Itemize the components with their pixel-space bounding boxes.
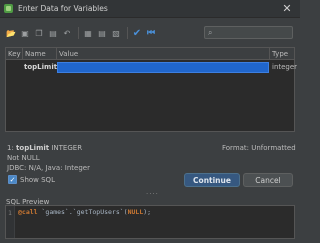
search-icon: ⌕ [208, 28, 213, 37]
view-icon[interactable]: ▧ [110, 27, 122, 39]
cancel-button[interactable]: Cancel [243, 173, 293, 187]
text-icon[interactable]: ▤ [96, 27, 108, 39]
continue-button[interactable]: Continue [184, 173, 240, 187]
jdbc-label: JDBC: N/A, Java: Integer [7, 164, 90, 172]
column-header-key[interactable]: Key [6, 48, 23, 60]
splitter-handle[interactable]: .... [146, 189, 158, 196]
first-row-icon[interactable]: ⏮ [145, 27, 157, 39]
check-icon[interactable]: ✔ [131, 27, 143, 39]
sql-keyword-call: call [21, 208, 38, 216]
line-number: 1 [8, 209, 12, 217]
save-icon[interactable]: ▣ [19, 27, 31, 39]
revert-icon[interactable]: ↶ [61, 27, 73, 39]
param-summary: 1: topLimit INTEGER [7, 144, 82, 152]
column-header-name[interactable]: Name [23, 48, 57, 60]
sql-code-line: @call `games`.`getTopUsers`(NULL); [18, 208, 151, 216]
column-header-type[interactable]: Type [270, 48, 294, 60]
param-summary-type: INTEGER [51, 144, 83, 152]
copy-icon[interactable]: ❐ [33, 27, 45, 39]
paste-icon[interactable]: ▤ [47, 27, 59, 39]
open-icon[interactable]: 📂 [5, 27, 17, 39]
toolbar-separator [127, 27, 128, 39]
table-row[interactable]: topLimit integer [6, 62, 298, 73]
sql-null: NULL [127, 208, 144, 216]
grid-icon[interactable]: ▦ [82, 27, 94, 39]
param-name-cell: topLimit [24, 63, 58, 71]
param-summary-name: topLimit [16, 144, 50, 152]
line-gutter: 1 [6, 206, 15, 238]
close-icon[interactable]: ✕ [279, 1, 295, 17]
show-sql-checkbox[interactable]: ✓ [8, 175, 17, 184]
column-header-value[interactable]: Value [57, 48, 270, 60]
param-type-cell: integer [272, 63, 298, 71]
title-bar: Enter Data for Variables ✕ [0, 0, 300, 18]
window-title: Enter Data for Variables [18, 4, 108, 13]
param-index: 1: [7, 144, 14, 152]
nullability-label: Not NULL [7, 154, 40, 162]
table-header: Key Name Value Type [6, 48, 294, 60]
variables-table: Key Name Value Type topLimit integer [5, 47, 298, 132]
sql-preview-editor[interactable]: 1 @call `games`.`getTopUsers`(NULL); [5, 205, 295, 239]
format-label: Format: Unformatted [222, 144, 296, 152]
show-sql-label[interactable]: Show SQL [20, 176, 55, 184]
sql-target: `games`.`getTopUsers`( [37, 208, 128, 216]
toolbar-separator [78, 27, 79, 39]
sql-end: ); [143, 208, 152, 216]
param-value-cell[interactable] [57, 62, 269, 73]
app-icon [4, 4, 13, 13]
